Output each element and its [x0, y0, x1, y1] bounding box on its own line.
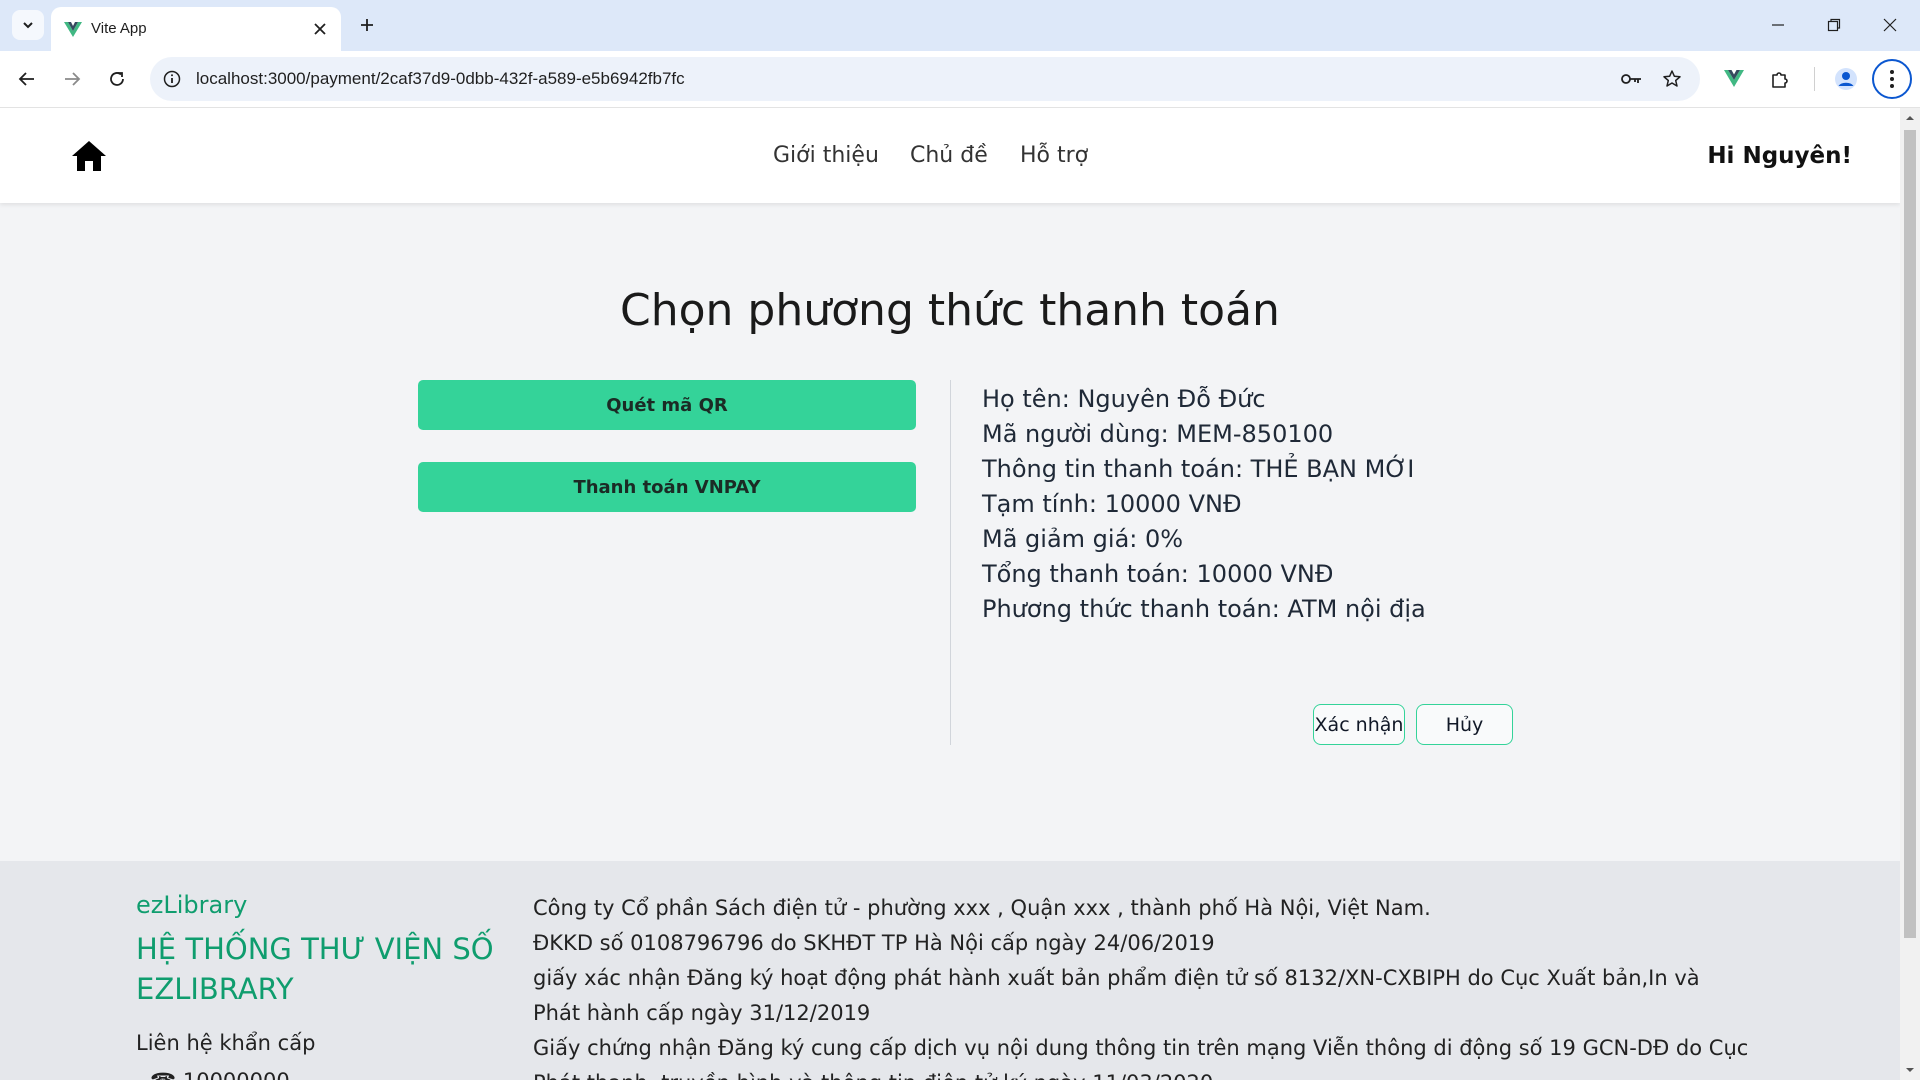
forward-button[interactable] — [56, 63, 88, 95]
site-footer: ezLibrary HỆ THỐNG THƯ VIỆN SỐ EZLIBRARY… — [0, 861, 1900, 1080]
site-navbar: Giới thiệu Chủ đề Hỗ trợ Hi Nguyên! — [0, 108, 1900, 203]
profile-button[interactable] — [1830, 63, 1862, 95]
bookmark-button[interactable] — [1660, 67, 1684, 91]
reload-button[interactable] — [101, 63, 133, 95]
close-icon — [314, 23, 326, 35]
vnpay-payment-button[interactable]: Thanh toán VNPAY — [418, 462, 916, 512]
kebab-menu-icon — [1890, 70, 1894, 88]
info-user-id: Mã người dùng: MEM-850100 — [982, 420, 1334, 448]
page-title: Chọn phương thức thanh toán — [620, 285, 1280, 336]
phone-icon: ☎ — [150, 1069, 183, 1080]
info-discount: Mã giảm giá: 0% — [982, 525, 1184, 553]
nav-link-gioi-thieu[interactable]: Giới thiệu — [773, 143, 879, 168]
scroll-down-arrow-icon[interactable] — [1904, 1064, 1916, 1076]
qr-payment-button[interactable]: Quét mã QR — [418, 380, 916, 430]
site-info-button[interactable] — [160, 67, 184, 91]
browser-tab-strip: Vite App — [0, 0, 1920, 51]
tab-search-button[interactable] — [12, 10, 44, 40]
page-viewport: Giới thiệu Chủ đề Hỗ trợ Hi Nguyên! Chọn… — [0, 108, 1900, 1080]
avatar-icon — [1835, 68, 1857, 90]
footer-contact-label: Liên hệ khẩn cấp — [136, 1031, 316, 1055]
tab-title: Vite App — [91, 20, 147, 37]
cancel-button[interactable]: Hủy — [1416, 704, 1513, 745]
footer-system-name: HỆ THỐNG THƯ VIỆN SỐ EZLIBRARY — [136, 932, 494, 1006]
url-text[interactable]: localhost:3000/payment/2caf37d9-0dbb-432… — [196, 69, 685, 89]
nav-link-ho-tro[interactable]: Hỗ trợ — [1020, 143, 1088, 168]
close-window-button[interactable] — [1870, 10, 1910, 40]
restore-icon — [1827, 18, 1841, 32]
info-subtotal: Tạm tính: 10000 VNĐ — [982, 490, 1242, 518]
chevron-down-icon — [23, 22, 33, 29]
arrow-right-icon — [65, 72, 81, 86]
footer-line-business-reg: ĐKKD số 0108796796 do SKHĐT TP Hà Nội cấ… — [533, 931, 1215, 955]
page-scrollbar[interactable] — [1900, 108, 1920, 1080]
arrow-left-icon — [18, 72, 34, 86]
info-payment-method: Phương thức thanh toán: ATM nội địa — [982, 595, 1426, 623]
password-key-button[interactable] — [1620, 67, 1644, 91]
footer-line-content-cert: Giấy chứng nhận Đăng ký cung cấp dịch vụ… — [533, 1036, 1749, 1080]
reload-icon — [110, 72, 124, 86]
browser-toolbar: localhost:3000/payment/2caf37d9-0dbb-432… — [0, 51, 1920, 108]
info-total: Tổng thanh toán: 10000 VNĐ — [982, 560, 1334, 588]
footer-company-info: Công ty Cổ phần Sách điện tử - phường xx… — [533, 891, 1753, 1080]
toolbar-divider — [1814, 67, 1815, 91]
vue-devtools-extension[interactable] — [1718, 63, 1750, 95]
info-icon — [163, 70, 181, 88]
confirm-button[interactable]: Xác nhận — [1313, 704, 1405, 745]
back-button[interactable] — [11, 63, 43, 95]
new-tab-button[interactable] — [352, 10, 382, 40]
vue-icon — [1724, 70, 1744, 87]
info-full-name: Họ tên: Nguyên Đỗ Đức — [982, 385, 1266, 413]
user-greeting[interactable]: Hi Nguyên! — [1707, 143, 1852, 169]
footer-line-address: Công ty Cổ phần Sách điện tử - phường xx… — [533, 896, 1431, 920]
puzzle-icon — [1772, 72, 1788, 88]
section-divider — [950, 380, 951, 745]
nav-link-chu-de[interactable]: Chủ đề — [910, 143, 988, 168]
plus-icon — [361, 19, 373, 31]
minimize-window-button[interactable] — [1758, 10, 1798, 40]
address-bar[interactable]: localhost:3000/payment/2caf37d9-0dbb-432… — [150, 57, 1700, 101]
scrollbar-thumb[interactable] — [1904, 130, 1916, 938]
close-icon — [1883, 18, 1897, 32]
footer-phone-number: 10000000 — [183, 1069, 290, 1080]
home-button[interactable] — [70, 138, 108, 174]
footer-phone: ☎ 10000000 — [150, 1069, 290, 1080]
key-icon — [1621, 74, 1641, 84]
home-icon — [72, 141, 106, 171]
scroll-up-arrow-icon[interactable] — [1904, 112, 1916, 124]
minimize-icon — [1772, 24, 1784, 26]
info-payment-item: Thông tin thanh toán: THẺ BẠN MỚI — [982, 455, 1415, 483]
restore-window-button[interactable] — [1814, 10, 1854, 40]
vite-favicon-icon — [64, 22, 82, 37]
footer-line-publishing-cert: giấy xác nhận Đăng ký hoạt động phát hàn… — [533, 966, 1700, 1025]
payment-info-list: Họ tên: Nguyên Đỗ Đức Mã người dùng: MEM… — [982, 382, 1426, 627]
browser-tab[interactable]: Vite App — [51, 7, 341, 51]
browser-menu-button[interactable] — [1872, 59, 1912, 99]
tab-close-button[interactable] — [309, 18, 331, 40]
star-icon — [1663, 70, 1681, 87]
extensions-button[interactable] — [1764, 63, 1796, 95]
footer-brand: ezLibrary — [136, 891, 248, 919]
